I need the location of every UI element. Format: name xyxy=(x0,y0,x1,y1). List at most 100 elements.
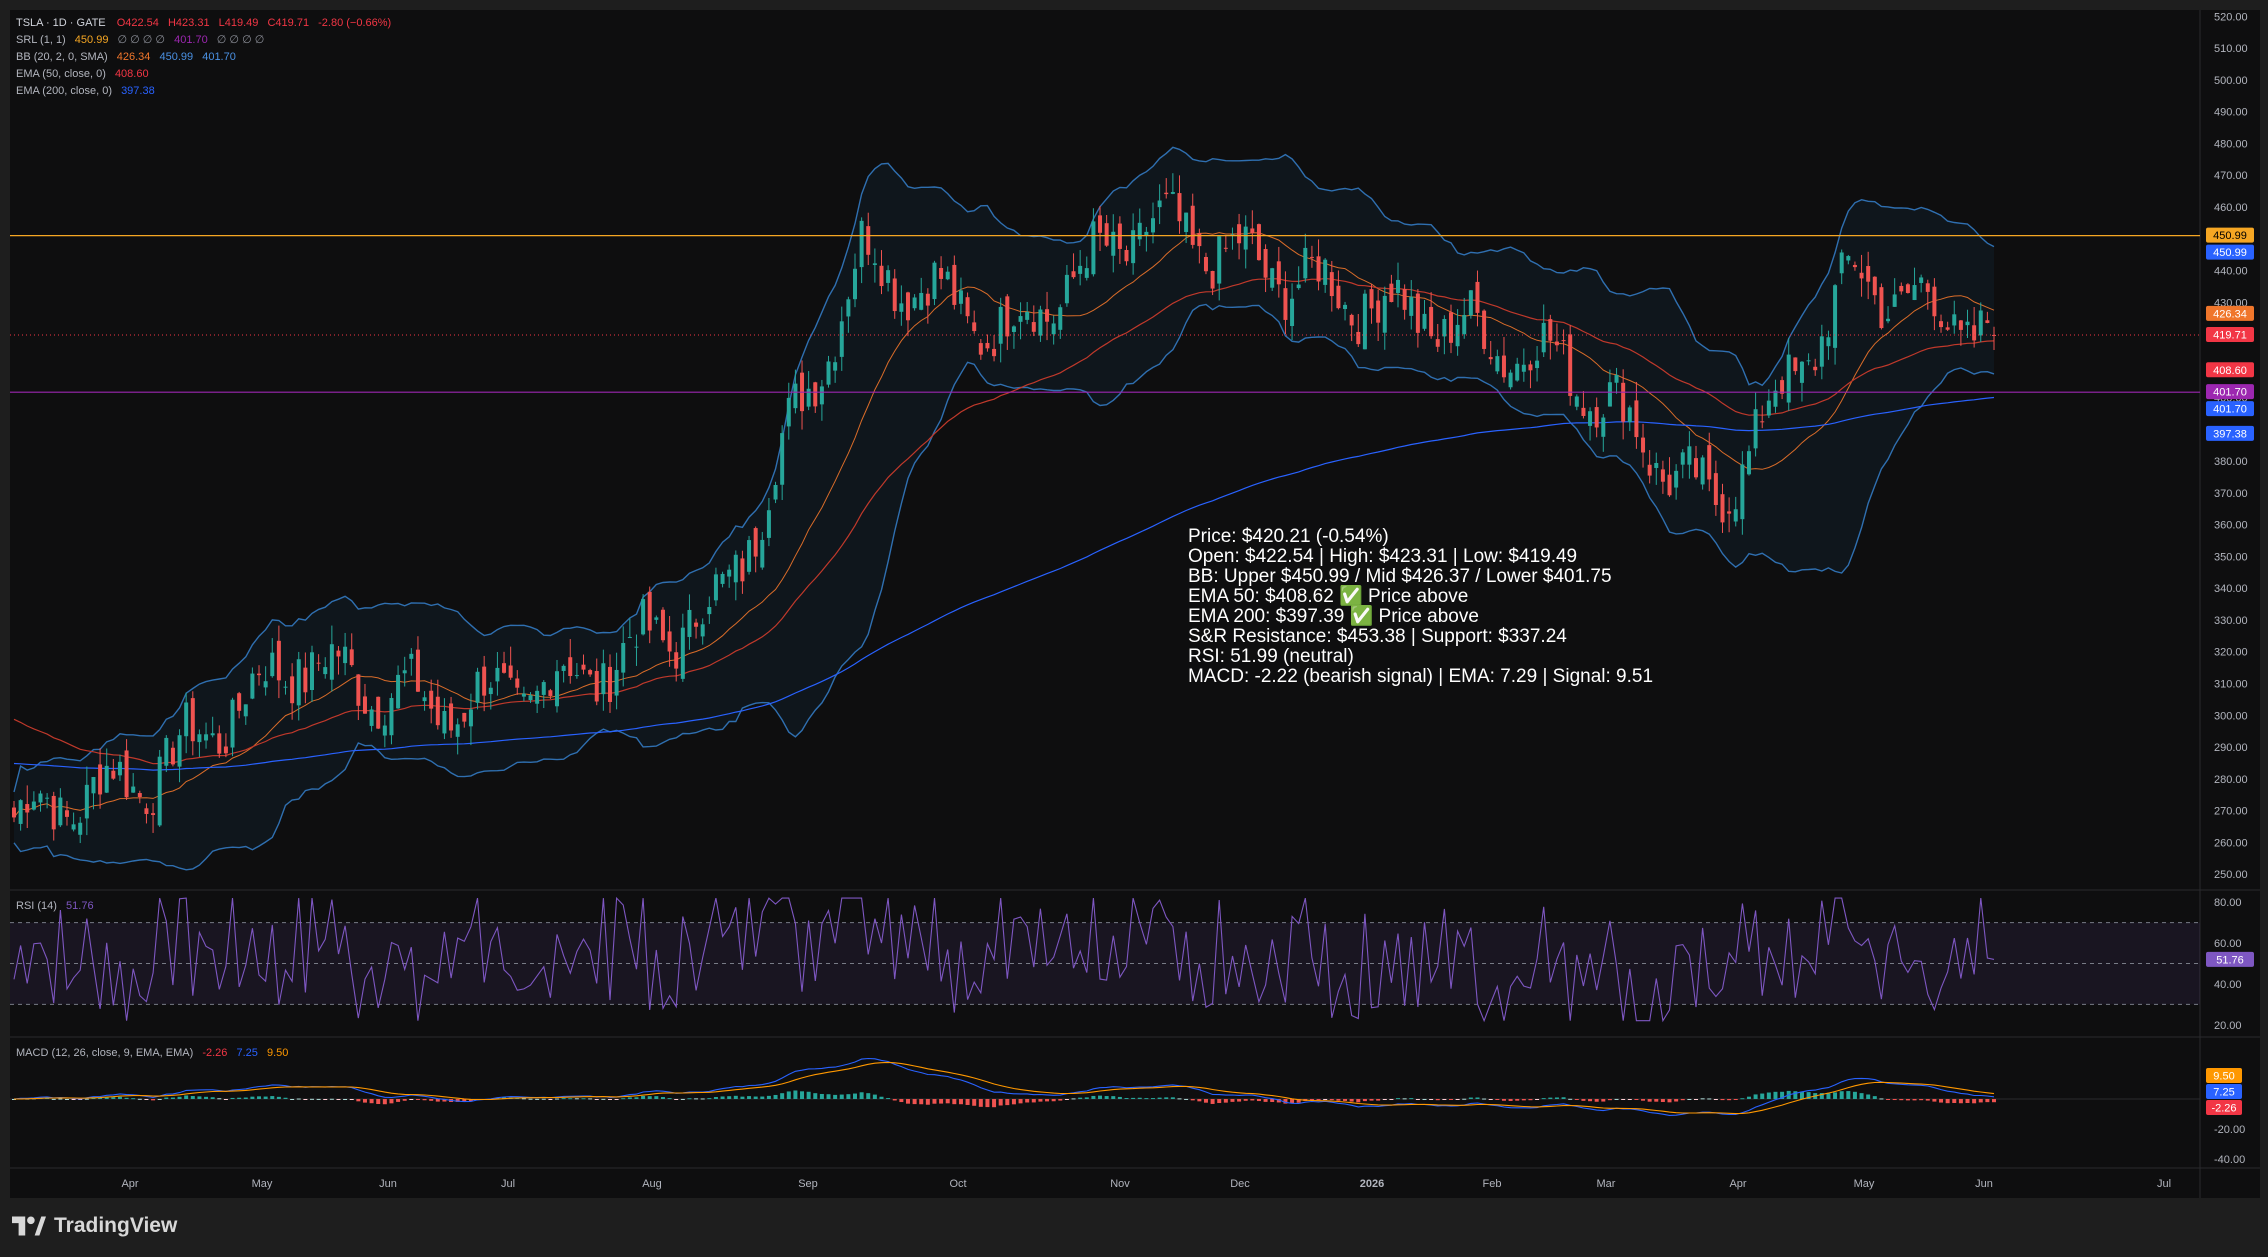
candle-body[interactable] xyxy=(634,646,639,648)
candle-body[interactable] xyxy=(1581,407,1586,416)
candle-body[interactable] xyxy=(713,574,718,601)
candle-body[interactable] xyxy=(1362,293,1367,350)
candle-body[interactable] xyxy=(1144,231,1149,236)
candle-body[interactable] xyxy=(157,756,162,826)
chart-area[interactable]: 520.00 510.00 500.00 490.00 480.00 470.00 460.… xyxy=(10,10,2260,1198)
candle-body[interactable] xyxy=(1515,363,1520,381)
candle-body[interactable] xyxy=(144,808,149,814)
candle-body[interactable] xyxy=(12,807,16,818)
candle-body[interactable] xyxy=(137,793,142,798)
candle-body[interactable] xyxy=(1972,325,1977,341)
candle-body[interactable] xyxy=(1925,283,1930,292)
legend-row-bb[interactable]: BB (20, 2, 0, SMA) 426.34 450.99 401.70 xyxy=(16,51,236,63)
candle-body[interactable] xyxy=(899,303,904,312)
candle-body[interactable] xyxy=(607,666,612,702)
candle-body[interactable] xyxy=(250,673,255,699)
candle-body[interactable] xyxy=(1184,212,1189,233)
candle-body[interactable] xyxy=(104,765,109,793)
candle-body[interactable] xyxy=(1601,417,1606,437)
candle-body[interactable] xyxy=(1528,364,1533,371)
candle-body[interactable] xyxy=(561,665,566,671)
candle-body[interactable] xyxy=(972,322,977,332)
candle-body[interactable] xyxy=(1978,310,1983,336)
candle-body[interactable] xyxy=(190,698,195,742)
candle-body[interactable] xyxy=(1396,279,1401,293)
candle-body[interactable] xyxy=(1535,360,1540,369)
candle-body[interactable] xyxy=(932,262,937,300)
candle-body[interactable] xyxy=(1588,411,1593,426)
candle-body[interactable] xyxy=(64,810,69,817)
candle-body[interactable] xyxy=(1773,390,1778,407)
candle-body[interactable] xyxy=(1170,192,1175,194)
candle-body[interactable] xyxy=(1389,283,1394,303)
candle-body[interactable] xyxy=(740,558,745,582)
candle-body[interactable] xyxy=(508,665,513,678)
candle-body[interactable] xyxy=(766,510,771,538)
candle-body[interactable] xyxy=(1932,286,1937,317)
candle-body[interactable] xyxy=(1124,249,1129,262)
candle-body[interactable] xyxy=(303,667,308,693)
candle-body[interactable] xyxy=(1753,409,1758,449)
candle-body[interactable] xyxy=(1607,382,1612,407)
candle-body[interactable] xyxy=(1409,296,1414,316)
candle-body[interactable] xyxy=(164,737,169,766)
legend-row-symbol[interactable]: TSLA · 1D · GATE O422.54 H423.31 L419.49… xyxy=(16,17,391,29)
candle-body[interactable] xyxy=(1886,318,1891,322)
candle-body[interactable] xyxy=(151,813,156,815)
candle-body[interactable] xyxy=(627,637,632,639)
annotation-block[interactable]: Price: $420.21 (-0.54%) Open: $422.54 | … xyxy=(1188,526,1653,687)
candle-body[interactable] xyxy=(78,822,83,835)
candle-body[interactable] xyxy=(435,696,440,726)
candle-body[interactable] xyxy=(1501,355,1506,378)
candle-body[interactable] xyxy=(1435,339,1440,347)
candle-body[interactable] xyxy=(1468,290,1473,316)
candle-body[interactable] xyxy=(1356,331,1361,345)
candle-body[interactable] xyxy=(1634,400,1639,438)
candle-body[interactable] xyxy=(415,649,420,692)
candle-body[interactable] xyxy=(462,712,467,722)
candle-body[interactable] xyxy=(1482,310,1487,349)
candle-body[interactable] xyxy=(1892,294,1897,307)
candle-body[interactable] xyxy=(442,710,447,734)
candle-body[interactable] xyxy=(694,622,699,627)
candle-body[interactable] xyxy=(1561,340,1566,342)
candle-body[interactable] xyxy=(574,675,579,677)
candle-body[interactable] xyxy=(760,539,765,568)
candle-body[interactable] xyxy=(1117,223,1122,249)
candle-body[interactable] xyxy=(528,695,533,701)
candle-body[interactable] xyxy=(1442,318,1447,337)
candle-body[interactable] xyxy=(998,306,1003,344)
candle-body[interactable] xyxy=(541,682,546,695)
candle-body[interactable] xyxy=(1343,304,1348,310)
candle-body[interactable] xyxy=(1833,285,1838,348)
candle-body[interactable] xyxy=(488,687,493,695)
legend[interactable]: TSLA · 1D · GATE O422.54 H423.31 L419.49… xyxy=(16,17,391,1059)
candle-body[interactable] xyxy=(1203,256,1208,272)
candle-body[interactable] xyxy=(1058,307,1063,330)
candle-body[interactable] xyxy=(535,690,540,704)
candle-body[interactable] xyxy=(1217,236,1222,284)
candle-body[interactable] xyxy=(660,609,665,641)
candle-body[interactable] xyxy=(1329,272,1334,297)
candle-body[interactable] xyxy=(753,528,758,557)
candle-body[interactable] xyxy=(1594,407,1599,428)
macd-pane[interactable] xyxy=(10,1057,2200,1116)
candle-body[interactable] xyxy=(687,609,692,637)
candle-body[interactable] xyxy=(1799,361,1804,383)
candle-body[interactable] xyxy=(1713,473,1718,506)
candle-body[interactable] xyxy=(747,540,752,572)
candle-body[interactable] xyxy=(1429,306,1434,337)
candle-body[interactable] xyxy=(1137,222,1142,240)
candle-body[interactable] xyxy=(369,709,374,726)
candle-body[interactable] xyxy=(1290,298,1295,327)
candle-body[interactable] xyxy=(614,669,619,696)
candle-body[interactable] xyxy=(356,674,361,706)
legend-row-ema50[interactable]: EMA (50, close, 0) 408.60 xyxy=(16,68,149,80)
candle-body[interactable] xyxy=(978,343,983,355)
candle-body[interactable] xyxy=(952,264,957,305)
candle-body[interactable] xyxy=(1654,462,1659,468)
candle-body[interactable] xyxy=(1177,193,1182,222)
candle-body[interactable] xyxy=(1448,312,1453,343)
candle-body[interactable] xyxy=(548,690,553,696)
candle-body[interactable] xyxy=(727,569,732,577)
